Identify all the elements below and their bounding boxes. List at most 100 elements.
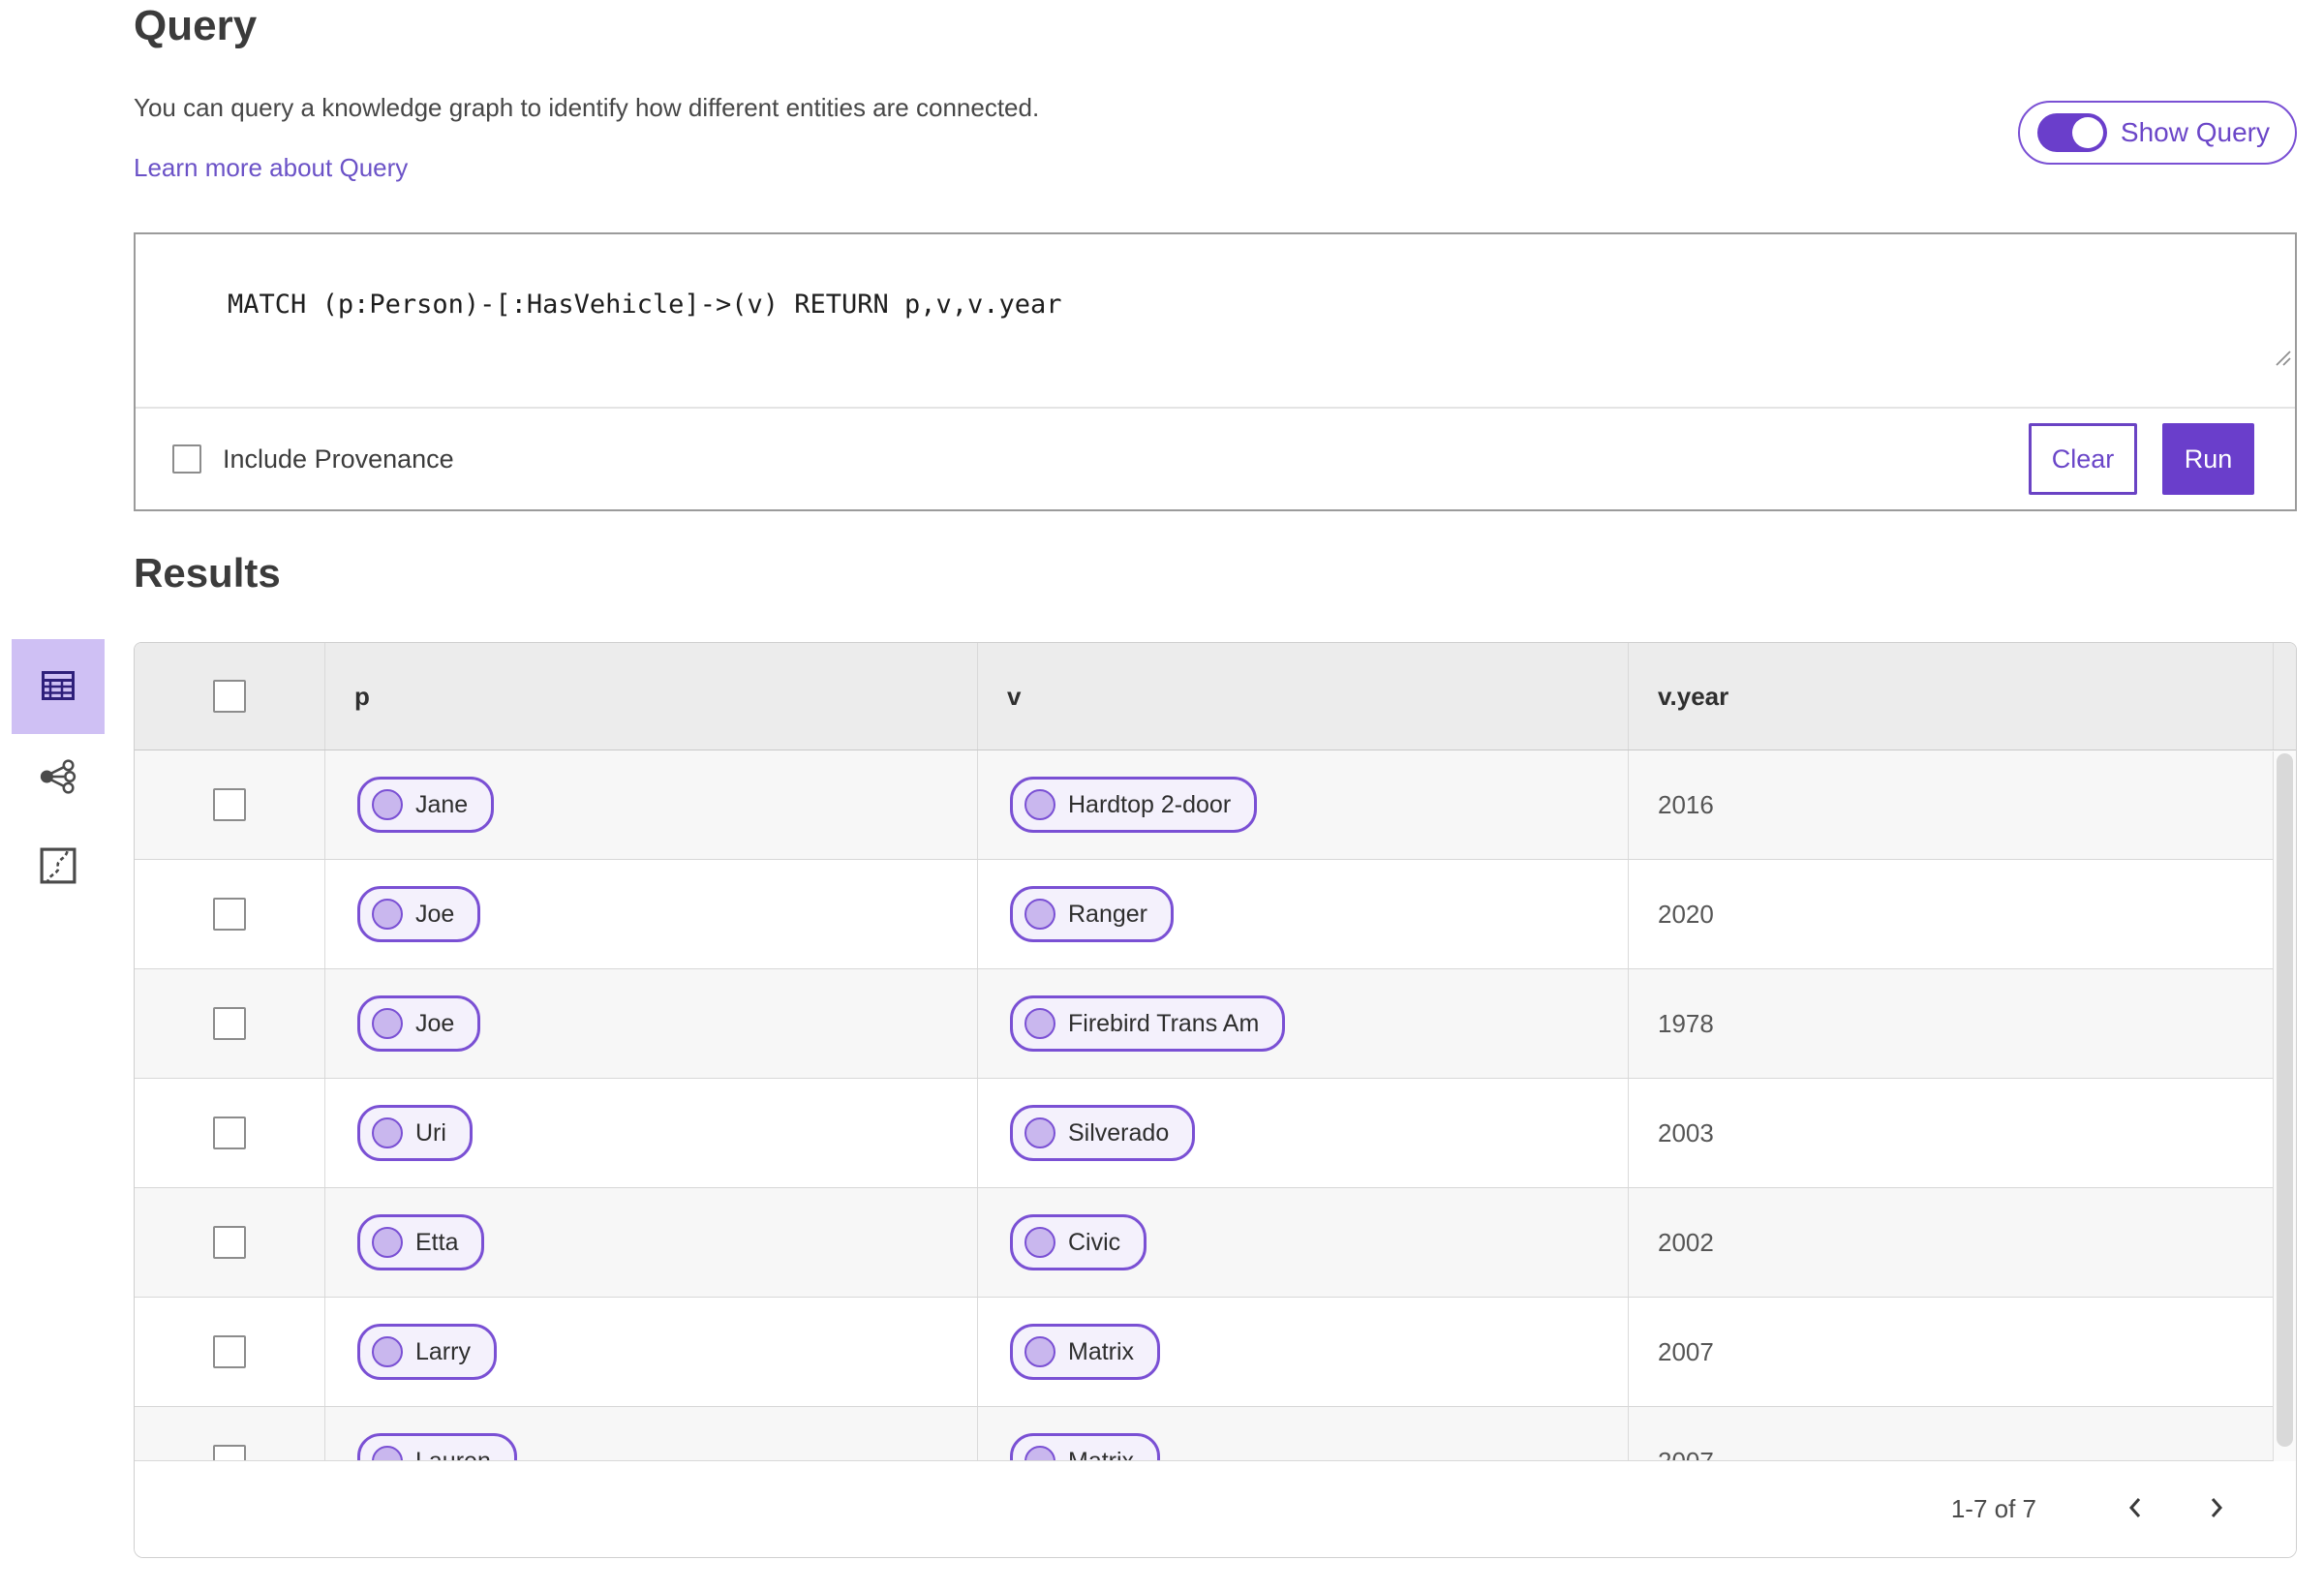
node-dot-icon [1024,1336,1055,1367]
row-checkbox[interactable] [213,1117,246,1149]
year-value: 2003 [1658,1117,1714,1147]
node-dot-icon [1024,1227,1055,1258]
node-pill-v[interactable]: Ranger [1010,886,1174,942]
column-header-v: v [977,643,1628,750]
node-pill-p[interactable]: Joe [357,886,481,942]
row-checkbox[interactable] [213,1335,246,1368]
pill-label: Larry [415,1337,471,1365]
node-dot-icon [1024,1008,1055,1039]
node-pill-p[interactable]: Uri [357,1105,473,1161]
node-dot-icon [1024,899,1055,930]
node-pill-p[interactable]: Jane [357,777,495,833]
chevron-right-icon [2206,1493,2227,1525]
node-pill-v[interactable]: Matrix [1010,1433,1161,1461]
prev-page-button[interactable] [2114,1488,2156,1531]
table-row: Lauren Matrix 2007 [135,1407,2296,1460]
scrollbar-thumb[interactable] [2277,753,2293,1447]
table-row: Joe Ranger 2020 [135,860,2296,969]
include-provenance-checkbox[interactable] [172,444,201,474]
node-pill-p[interactable]: Etta [357,1214,485,1270]
table-row: Etta Civic 2002 [135,1188,2296,1298]
node-pill-v[interactable]: Matrix [1010,1324,1161,1380]
pill-label: Firebird Trans Am [1068,1009,1260,1037]
node-pill-v[interactable]: Silverado [1010,1105,1196,1161]
query-editor-panel: MATCH (p:Person)-[:HasVehicle]->(v) RETU… [134,232,2297,511]
run-button[interactable]: Run [2162,423,2254,495]
pill-label: Matrix [1068,1337,1135,1365]
node-dot-icon [372,1446,403,1460]
node-dot-icon [372,789,403,820]
row-checkbox[interactable] [213,898,246,931]
graph-view-icon [40,758,76,798]
chevron-left-icon [2125,1493,2146,1525]
node-dot-icon [1024,789,1055,820]
pill-label: Joe [415,1009,455,1037]
node-dot-icon [1024,1446,1055,1460]
toggle-knob [2071,117,2103,148]
year-value: 2016 [1658,789,1714,819]
node-dot-icon [372,1336,403,1367]
pagination-bar: 1-7 of 7 [135,1460,2296,1557]
map-view-button[interactable] [12,837,105,897]
show-query-label: Show Query [2120,117,2270,147]
node-pill-v[interactable]: Firebird Trans Am [1010,995,1286,1052]
table-body: Jane Hardtop 2-door 2016 Joe Ranger 2020… [135,750,2296,1460]
row-checkbox[interactable] [213,1007,246,1040]
pill-label: Ranger [1068,900,1147,928]
clear-button[interactable]: Clear [2029,423,2137,495]
node-pill-p[interactable]: Joe [357,995,481,1052]
node-pill-v[interactable]: Civic [1010,1214,1147,1270]
table-view-icon [42,670,75,703]
next-page-button[interactable] [2195,1488,2238,1531]
pill-label: Civic [1068,1228,1121,1256]
table-view-button[interactable] [12,639,105,734]
include-provenance-label: Include Provenance [223,444,454,474]
year-value: 2007 [1658,1336,1714,1366]
table-header-row: p v v.year [135,643,2296,750]
learn-more-link[interactable]: Learn more about Query [134,153,408,183]
pill-label: Joe [415,900,455,928]
graph-view-button[interactable] [12,748,105,808]
year-value: 2007 [1658,1447,1714,1461]
node-dot-icon [372,1008,403,1039]
results-title: Results [134,550,281,596]
node-dot-icon [1024,1117,1055,1148]
year-value: 2020 [1658,899,1714,929]
pill-label: Jane [415,790,469,818]
pill-label: Uri [415,1118,446,1147]
table-row: Jane Hardtop 2-door 2016 [135,750,2296,860]
table-row: Larry Matrix 2007 [135,1298,2296,1407]
table-scrollbar[interactable] [2273,751,2296,1461]
node-dot-icon [372,899,403,930]
select-all-checkbox[interactable] [213,680,246,713]
pagination-range-label: 1-7 of 7 [1950,1494,2036,1523]
results-table: p v v.year Jane Hardtop 2-door 2016 Joe … [134,642,2297,1558]
query-description: You can query a knowledge graph to ident… [134,93,1040,122]
map-view-icon [40,847,76,887]
year-value: 2002 [1658,1227,1714,1257]
show-query-toggle[interactable]: Show Query [2017,101,2297,165]
node-dot-icon [372,1117,403,1148]
pill-label: Matrix [1068,1448,1134,1461]
row-checkbox[interactable] [213,1445,246,1460]
toggle-switch-icon[interactable] [2036,113,2107,152]
row-checkbox[interactable] [213,1226,246,1259]
table-row: Joe Firebird Trans Am 1978 [135,969,2296,1079]
column-header-vyear: v.year [1628,643,2273,750]
pill-label: Hardtop 2-door [1068,790,1232,818]
year-value: 1978 [1658,1008,1714,1038]
query-text: MATCH (p:Person)-[:HasVehicle]->(v) RETU… [228,290,1062,320]
node-pill-p[interactable]: Lauren [357,1433,517,1460]
pill-label: Lauren [415,1448,491,1461]
row-checkbox[interactable] [213,788,246,821]
column-header-p: p [324,643,977,750]
node-dot-icon [372,1227,403,1258]
node-pill-p[interactable]: Larry [357,1324,497,1380]
pill-label: Etta [415,1228,459,1256]
header-scroll-strip [2273,643,2296,750]
resize-grip-icon[interactable] [2178,314,2292,404]
query-footer: Include Provenance Clear Run [136,409,2295,509]
query-textarea[interactable]: MATCH (p:Person)-[:HasVehicle]->(v) RETU… [136,234,2295,409]
table-row: Uri Silverado 2003 [135,1079,2296,1188]
node-pill-v[interactable]: Hardtop 2-door [1010,777,1258,833]
